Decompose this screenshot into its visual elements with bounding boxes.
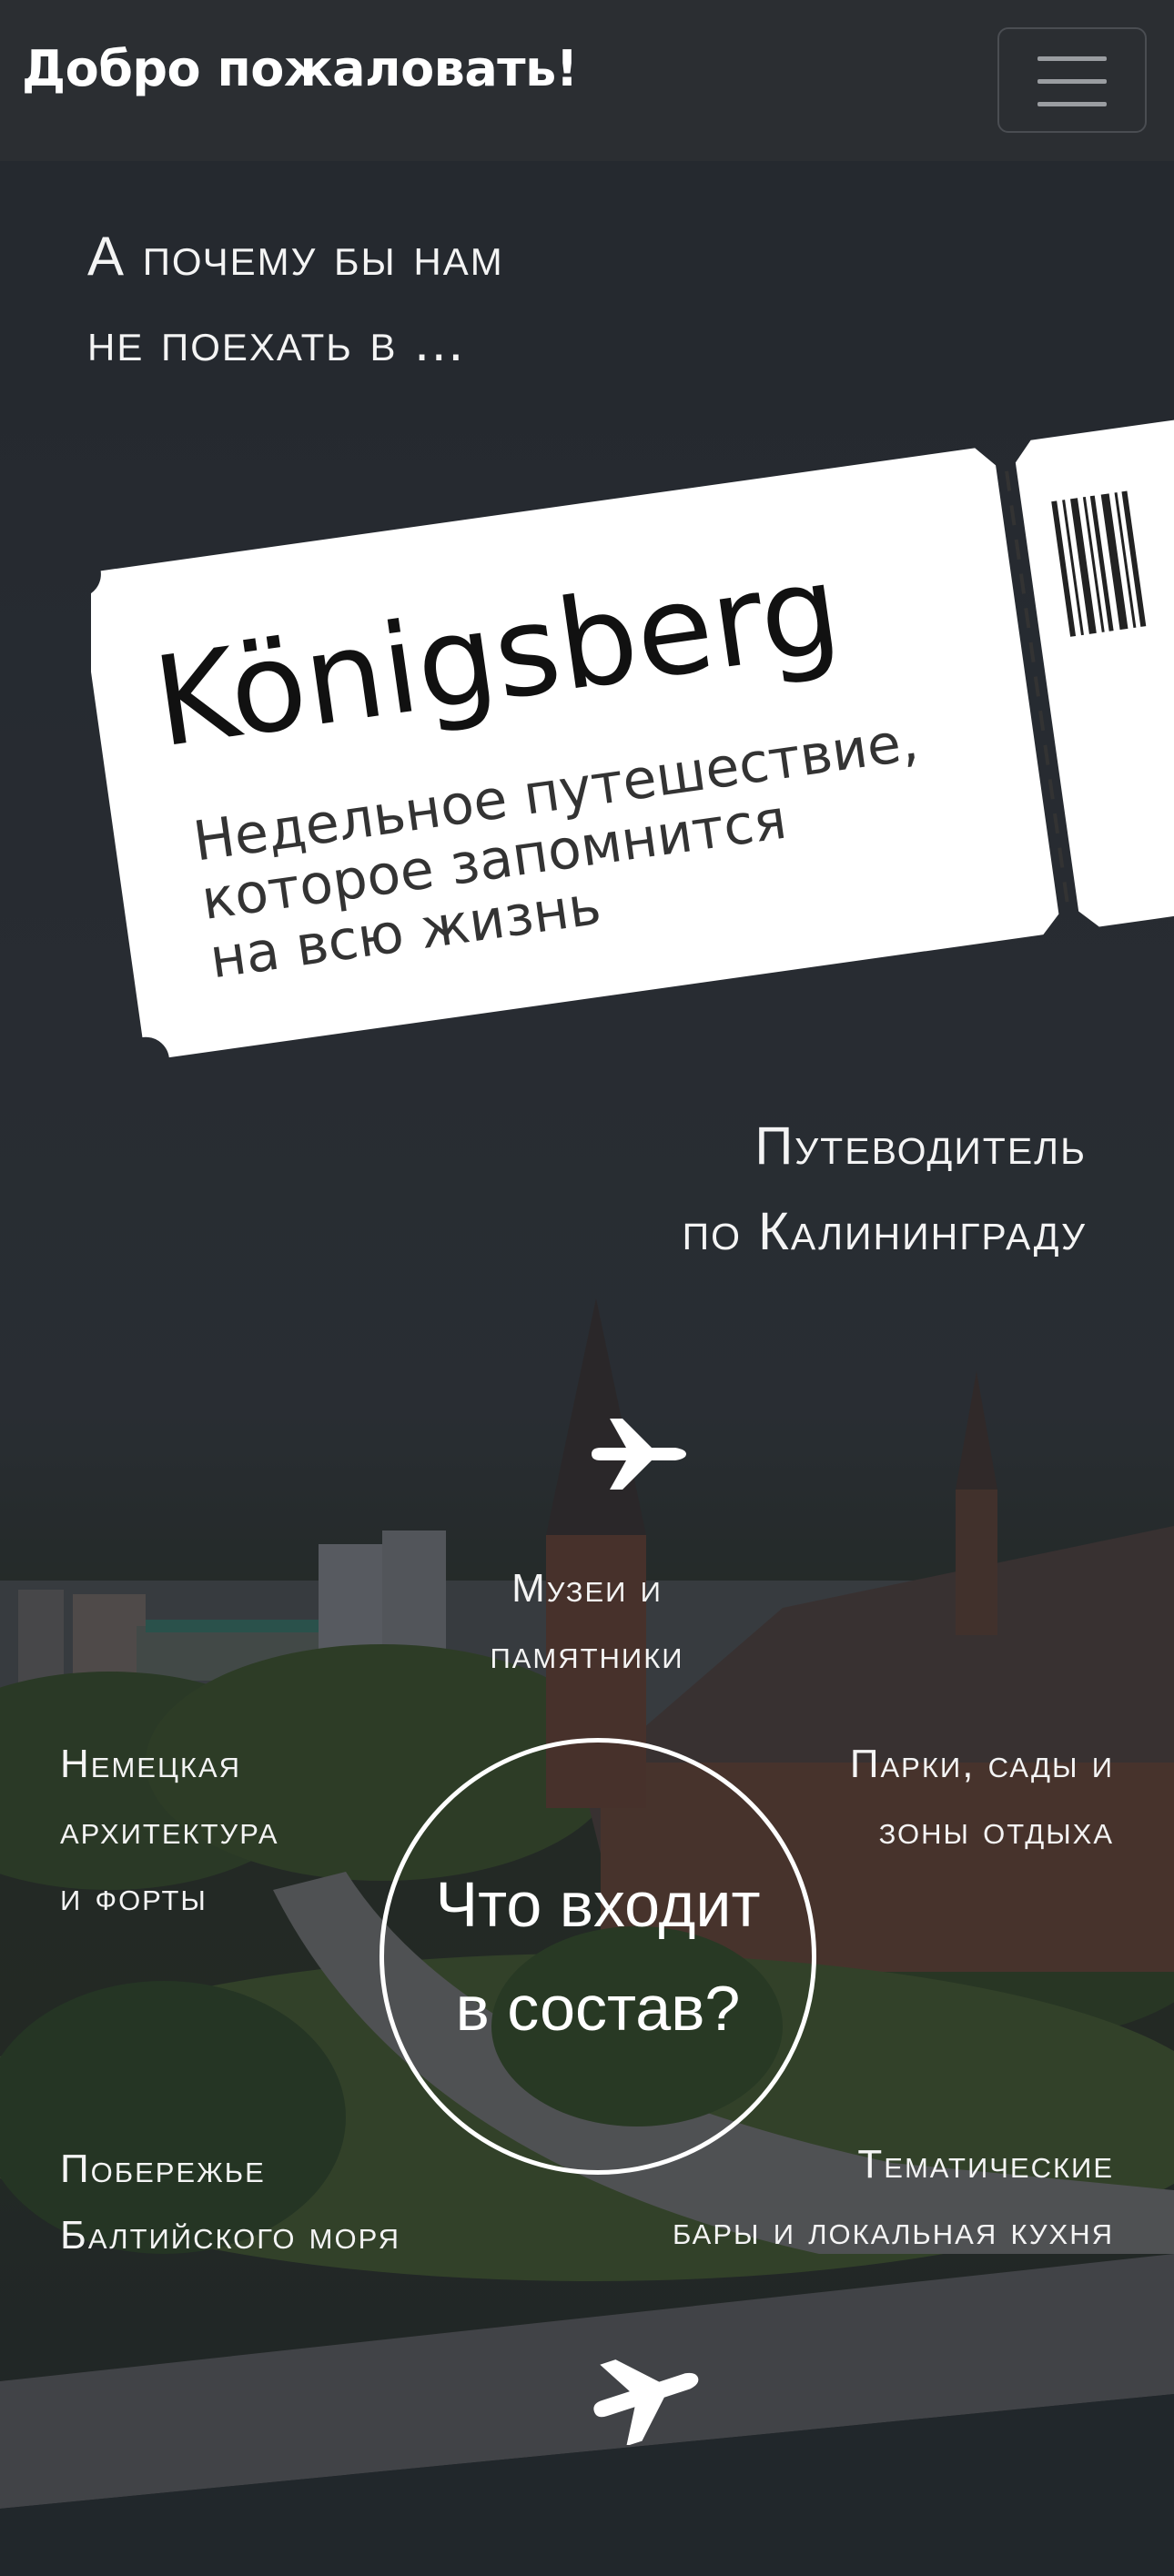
topic-museums[interactable]: Музеи и памятники bbox=[455, 1555, 719, 1688]
topic-bars-cuisine[interactable]: Тематические бары и локальная кухня bbox=[673, 2131, 1114, 2264]
menu-toggle-button[interactable] bbox=[997, 27, 1147, 133]
navbar: Добро пожаловать! bbox=[0, 0, 1174, 161]
navbar-brand[interactable]: Добро пожаловать! bbox=[22, 40, 578, 97]
airplane-icon bbox=[592, 1419, 686, 1490]
airplane-icon-bottom bbox=[593, 2359, 699, 2445]
topic-parks[interactable]: Парки, сады и зоны отдыха bbox=[850, 1731, 1114, 1864]
whats-included-button[interactable]: Что входит в состав? bbox=[380, 1738, 816, 2175]
topic-baltic-coast[interactable]: Побережье Балтийского моря bbox=[60, 2136, 400, 2268]
guide-heading: Путеводитель по Калининграду bbox=[682, 1116, 1087, 1261]
konigsberg-ticket: Königsberg Недельное путешествие, которо… bbox=[91, 411, 1174, 1058]
hamburger-menu-icon bbox=[1037, 56, 1107, 61]
hero-section: А почему бы нам не поехать в ... Königsb… bbox=[0, 161, 1174, 2576]
topic-german-architecture[interactable]: Немецкая архитектура и форты bbox=[60, 1731, 279, 1930]
intro-heading: А почему бы нам не поехать в ... bbox=[87, 226, 504, 372]
